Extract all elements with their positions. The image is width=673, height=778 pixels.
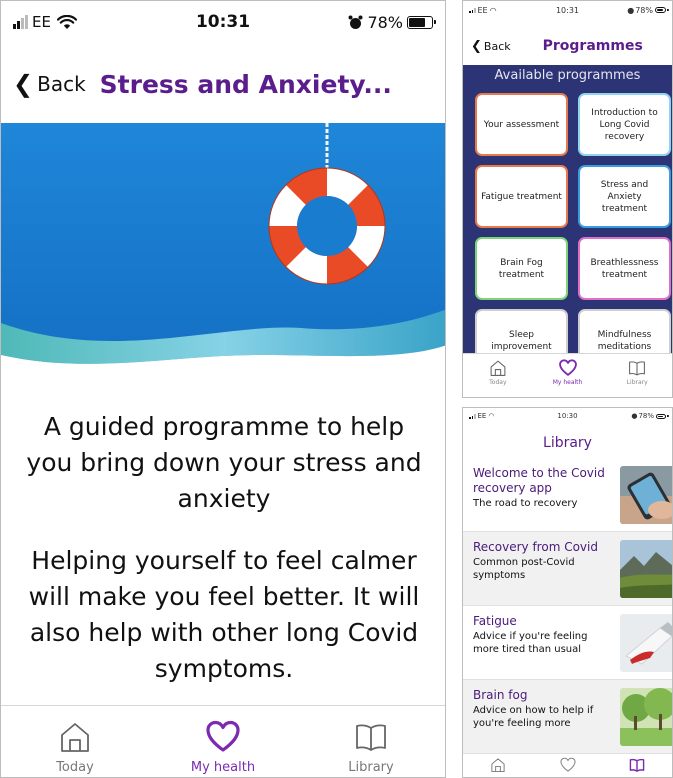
tab-bar [463, 755, 672, 777]
panel-heading: Available programmes [494, 68, 641, 83]
tab-bar: Today My health Library [463, 353, 672, 397]
thumbnail-trees [620, 688, 672, 746]
book-icon [356, 724, 386, 751]
alarm-icon [348, 15, 363, 30]
tab-library[interactable]: Library [297, 706, 445, 777]
book-icon [629, 361, 646, 376]
heart-icon [559, 757, 576, 772]
item-title: Brain fog [473, 688, 528, 702]
chevron-left-icon: ❮ [471, 38, 482, 54]
tab-library[interactable] [602, 755, 672, 777]
library-item[interactable]: Recovery from Covid Common post-Covid sy… [463, 532, 672, 606]
nav-header: ❮ Back Programmes [463, 31, 672, 61]
home-icon [490, 360, 506, 376]
tab-my-health[interactable] [533, 755, 603, 777]
tab-label: Library [626, 379, 648, 386]
item-subtitle: Advice if you're feeling more tired than… [473, 631, 588, 655]
item-subtitle: Advice on how to help if you're feeling … [473, 705, 594, 729]
hero-image-lifebuoy [1, 123, 445, 375]
status-bar: EE 10:31 78% [1, 1, 445, 43]
item-title: Recovery from Covid [473, 540, 598, 554]
thumbnail-phone-hand [620, 466, 672, 524]
programme-card[interactable]: Brain Fog treatment [475, 237, 568, 300]
programme-card[interactable]: Stress and Anxiety treatment [578, 165, 671, 228]
thumbnail-toothpaste [620, 614, 672, 672]
nav-header: ❮ Back Stress and Anxiety... [1, 59, 445, 109]
page-title: Stress and Anxiety... [99, 69, 392, 99]
tab-my-health[interactable]: My health [149, 706, 297, 777]
item-subtitle: The road to recovery [473, 498, 578, 509]
stress-anxiety-screen: EE 10:31 78% ❮ Back Stress and Anxiety..… [0, 0, 446, 778]
tab-bar: Today My health Library [1, 705, 445, 777]
tab-my-health[interactable]: My health [533, 354, 603, 397]
programme-card[interactable]: Introduction to Long Covid recovery [578, 93, 671, 156]
status-bar: EE ◠ 10:30 ● 78% [463, 408, 672, 424]
battery-icon [656, 413, 669, 419]
tab-library[interactable]: Library [602, 354, 672, 397]
tab-label: My health [190, 760, 256, 775]
tab-today[interactable] [463, 755, 533, 777]
programme-card[interactable]: Your assessment [475, 93, 568, 156]
item-title: Welcome to the Covid recovery app [473, 466, 605, 495]
battery-icon [407, 15, 436, 29]
intro-body: Helping yourself to feel calmer will mak… [28, 546, 420, 683]
heart-icon [206, 720, 240, 752]
status-bar: EE ◠ 10:31 ● 78% [463, 1, 672, 19]
tab-label: My health [552, 379, 583, 386]
wifi-icon [56, 14, 77, 30]
clock: 10:30 [557, 412, 578, 420]
home-icon [491, 758, 505, 773]
back-button[interactable]: ❮ Back [471, 39, 511, 54]
library-list: Welcome to the Covid recovery app The ro… [463, 458, 672, 754]
programme-intro: A guided programme to help you bring dow… [19, 409, 429, 687]
battery-percent: 78% [367, 12, 403, 32]
heart-icon [558, 359, 577, 376]
library-screen: EE ◠ 10:30 ● 78% Library Welcome to the … [462, 407, 673, 778]
thumbnail-landscape [620, 540, 672, 598]
tab-today[interactable]: Today [1, 706, 149, 777]
signal-icon [13, 15, 28, 29]
page-title: Programmes [542, 38, 643, 54]
back-button[interactable]: ❮ Back [13, 70, 86, 98]
programme-card[interactable]: Fatigue treatment [475, 165, 568, 228]
book-icon [629, 758, 645, 772]
item-title: Fatigue [473, 614, 517, 628]
page-title: Library [543, 435, 592, 451]
carrier-name: EE [32, 13, 51, 31]
tab-label: Library [348, 760, 394, 775]
programme-card[interactable]: Breathlessness treatment [578, 237, 671, 300]
programmes-panel: Available programmes Your assessment Int… [463, 65, 672, 372]
back-label: Back [37, 72, 86, 96]
battery-icon [655, 7, 669, 13]
intro-heading: A guided programme to help you bring dow… [26, 412, 422, 513]
programmes-screen: EE ◠ 10:31 ● 78% ❮ Back Programmes Avail… [462, 0, 673, 398]
tab-label: Today [489, 379, 507, 386]
library-item[interactable]: Fatigue Advice if you're feeling more ti… [463, 606, 672, 680]
clock: 10:31 [555, 5, 580, 15]
item-subtitle: Common post-Covid symptoms [473, 557, 575, 581]
back-label: Back [483, 39, 511, 53]
chevron-left-icon: ❮ [13, 70, 34, 98]
tab-today[interactable]: Today [463, 354, 533, 397]
programme-grid: Your assessment Introduction to Long Cov… [475, 93, 671, 372]
home-icon [61, 723, 89, 752]
library-item[interactable]: Brain fog Advice on how to help if you'r… [463, 680, 672, 754]
tab-label: Today [56, 760, 94, 775]
library-item[interactable]: Welcome to the Covid recovery app The ro… [463, 458, 672, 532]
